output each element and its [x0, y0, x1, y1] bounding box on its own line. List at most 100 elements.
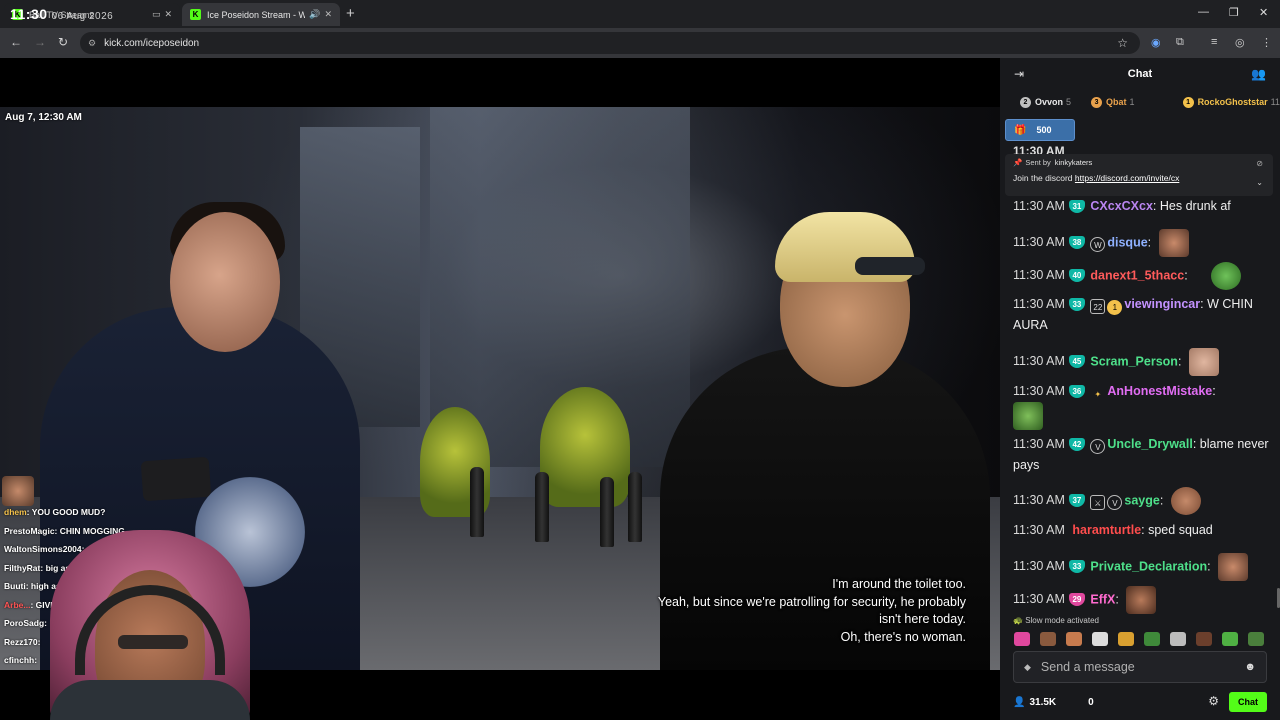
bollard: [470, 467, 484, 537]
msg-username[interactable]: AnHonestMistake: [1107, 384, 1212, 398]
clock-overlay: 11:30 06 Aug 2026: [10, 6, 113, 22]
collapse-chat-icon[interactable]: ⇥: [1014, 67, 1024, 81]
chat-users-icon[interactable]: 👥: [1251, 67, 1266, 81]
chat-message[interactable]: 11:30 AM 33 22 1 viewingincar: W CHIN AURA: [1013, 294, 1273, 348]
sub-badge: 33: [1068, 298, 1085, 311]
badge-icon: 1: [1107, 300, 1123, 315]
pinned-text: Join the discord https://discord.com/inv…: [1013, 173, 1265, 183]
msg-username[interactable]: haramturtle: [1072, 523, 1141, 537]
close-tab-icon[interactable]: ✕: [324, 9, 332, 20]
msg-username[interactable]: danext1_5thacc: [1090, 268, 1184, 282]
quick-emote[interactable]: [1248, 632, 1264, 646]
close-tab-icon[interactable]: ✕: [164, 9, 172, 20]
address-bar[interactable]: ⚙ kick.com/iceposeidon ☆: [80, 32, 1140, 54]
quick-emote[interactable]: [1092, 632, 1108, 646]
chat-message[interactable]: 11:30 AM 40 danext1_5thacc:: [1013, 262, 1273, 294]
video-player[interactable]: Aug 7, 12:30 AM I'm around the toilet to…: [0, 58, 1000, 720]
quick-emote[interactable]: [1014, 632, 1030, 646]
badge-icon: V: [1107, 495, 1123, 511]
tab-ice-poseidon[interactable]: K Ice Poseidon Stream - Watc 🔊 ✕: [182, 3, 340, 26]
maximize-icon[interactable]: ❐: [1229, 6, 1239, 19]
chat-message[interactable]: 11:30 AM 33 Private_Declaration:: [1013, 553, 1273, 586]
leaderboard-entry[interactable]: 3 Qbat 1: [1091, 96, 1135, 108]
quick-emote[interactable]: [1196, 632, 1212, 646]
rank-badge: 3: [1091, 96, 1103, 108]
msg-username[interactable]: Scram_Person: [1090, 354, 1178, 368]
face: [170, 212, 280, 352]
profile-icon[interactable]: ◎: [1235, 36, 1245, 49]
chat-message-input[interactable]: [1040, 660, 1231, 674]
chat-message[interactable]: 11:30 AM 42 V Uncle_Drywall: blame never p…: [1013, 434, 1273, 487]
quick-emote[interactable]: [1170, 632, 1186, 646]
msg-username[interactable]: Private_Declaration: [1090, 559, 1207, 573]
pinned-body: Join the discord: [1013, 173, 1073, 183]
leader-count: 11: [1270, 97, 1280, 107]
url-text[interactable]: kick.com/iceposeidon: [104, 38, 199, 49]
quick-emote[interactable]: [1040, 632, 1056, 646]
chat-message[interactable]: 11:30 AM 45 Scram_Person:: [1013, 348, 1273, 381]
chevron-down-icon[interactable]: ⌄: [1256, 178, 1263, 187]
chat-message[interactable]: 11:30 AM 37 ⚔ Vsayge:: [1013, 487, 1273, 520]
reload-icon[interactable]: ↻: [58, 35, 68, 49]
shield-icon: ◆: [1024, 661, 1031, 672]
sub-badge: 40: [1068, 269, 1085, 283]
pinned-message[interactable]: 📌 Sent by kinkykaters Join the discord h…: [1005, 154, 1273, 196]
chat-send-button[interactable]: Chat: [1229, 692, 1267, 712]
media-controls-icon[interactable]: ≡: [1211, 36, 1217, 48]
msg-username[interactable]: disque: [1107, 235, 1147, 249]
quick-emote[interactable]: [1118, 632, 1134, 646]
quick-emote[interactable]: [1222, 632, 1238, 646]
pinned-gift-tile[interactable]: 🎁 500: [1005, 119, 1075, 141]
discord-link[interactable]: https://discord.com/invite/cx: [1075, 173, 1179, 183]
chat-input-box[interactable]: ◆ ☻: [1013, 651, 1267, 683]
emoji-icon[interactable]: ☻: [1244, 661, 1256, 673]
streamer-webcam: [40, 530, 255, 720]
viewer-count: 31.5K: [1029, 696, 1057, 708]
chat-message[interactable]: 11:30 AM 31 CXcxCXcx: Hes drunk af: [1013, 196, 1273, 229]
pinned-sender[interactable]: kinkykaters: [1055, 158, 1093, 167]
badge-icon: W: [1090, 237, 1106, 253]
chat-settings-gear-icon[interactable]: ⚙: [1208, 694, 1219, 708]
channel-points[interactable]: 0: [1088, 697, 1094, 708]
new-tab-icon[interactable]: +: [346, 5, 355, 22]
subtitle-line: Yeah, but since we're patrolling for sec…: [657, 594, 966, 609]
chat-message[interactable]: 11:30 AM 38 Wdisque:: [1013, 229, 1273, 262]
msg-username[interactable]: viewingincar: [1124, 297, 1200, 311]
back-icon[interactable]: ←: [10, 35, 22, 49]
chat-message[interactable]: 11:30 AM haramturtle: sped squad: [1013, 520, 1273, 553]
plant: [540, 387, 630, 507]
quick-emote[interactable]: [1066, 632, 1082, 646]
leader-count: 1: [1129, 97, 1135, 107]
close-window-icon[interactable]: ✕: [1259, 6, 1268, 19]
kick-favicon-icon: K: [190, 9, 201, 20]
leaderboard-entry[interactable]: 1 RockoGhoststar 11: [1182, 96, 1280, 108]
chat-message[interactable]: 11:30 AM 36 ✦ AnHonestMistake:: [1013, 381, 1273, 434]
msg-username[interactable]: CXcxCXcx: [1090, 199, 1153, 213]
pepe-emote: [1211, 262, 1242, 290]
hide-pin-icon[interactable]: ⊘: [1256, 159, 1263, 168]
gift-icon: 🎁: [1014, 124, 1027, 136]
sub-badge: 36: [1068, 385, 1085, 398]
forward-icon[interactable]: →: [34, 35, 46, 49]
cast-icon: ▭: [151, 9, 161, 19]
clock-date: 06 Aug 2026: [51, 11, 114, 22]
chat-panel: ⇥ Chat 👥 2 Ovvon 5 3 Qbat 1 1 RockoGhost…: [1000, 58, 1280, 720]
bookmark-star-icon[interactable]: ☆: [1117, 36, 1128, 50]
extensions-puzzle-icon[interactable]: ⧉: [1176, 36, 1184, 49]
site-info-icon[interactable]: ⚙: [88, 38, 96, 49]
leaderboard-entry[interactable]: 2 Ovvon 5: [1020, 96, 1072, 108]
msg-username[interactable]: sayge: [1124, 493, 1159, 507]
pepe-emote: [1013, 402, 1043, 430]
msg-time: 11:30 AM: [1013, 268, 1065, 283]
minimize-icon[interactable]: —: [1198, 6, 1209, 18]
msg-username[interactable]: EffX: [1090, 592, 1115, 606]
chat-message[interactable]: 11:30 AM 29 EffX:: [1013, 586, 1273, 619]
extension-icon[interactable]: ◉: [1151, 36, 1161, 49]
leader-count: 5: [1066, 97, 1072, 107]
speaker-icon[interactable]: 🔊: [309, 9, 320, 20]
menu-kebab-icon[interactable]: ⋮: [1261, 36, 1272, 49]
msg-username[interactable]: Uncle_Drywall: [1107, 437, 1192, 451]
bollard: [600, 477, 614, 547]
msg-time: 11:30 AM: [1013, 559, 1065, 574]
quick-emote[interactable]: [1144, 632, 1160, 646]
